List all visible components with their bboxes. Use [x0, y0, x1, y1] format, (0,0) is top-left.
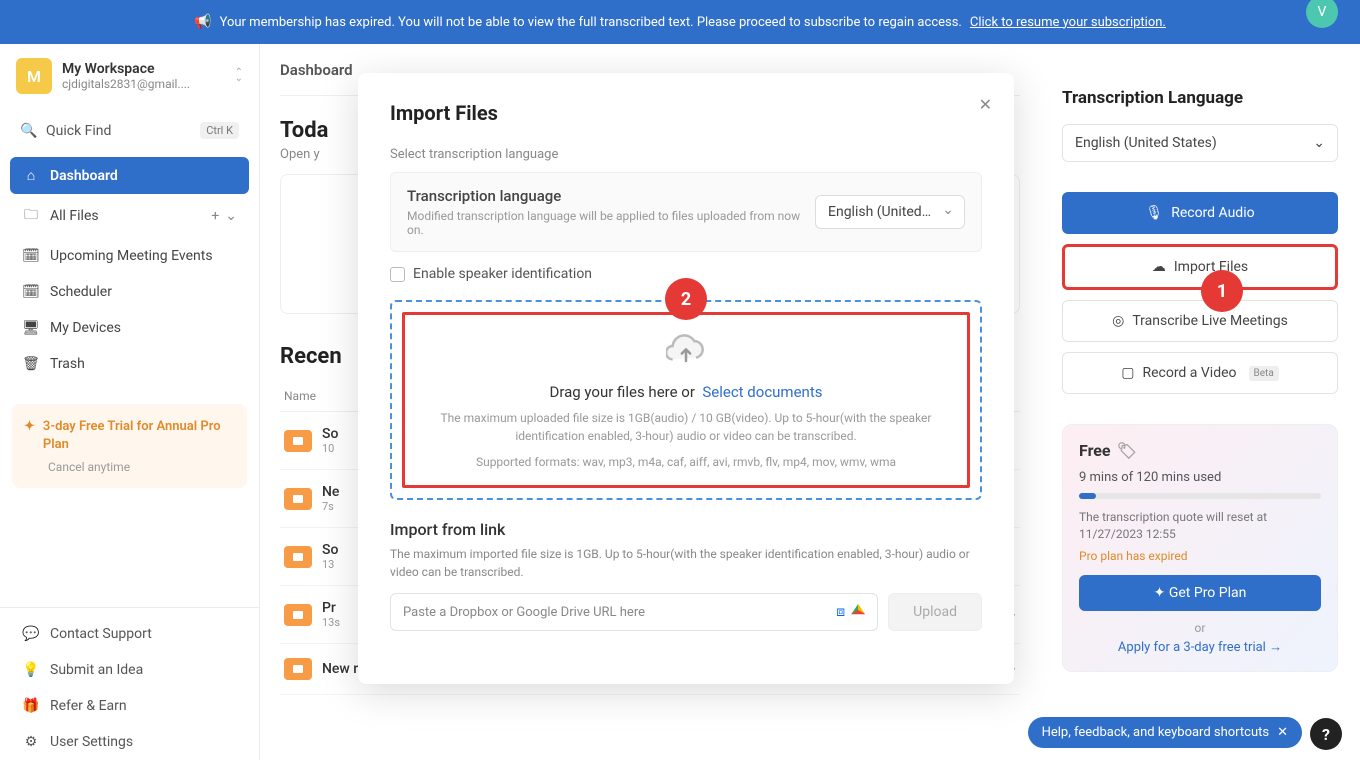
sidebar-item-devices[interactable]: 🖥 My Devices — [10, 310, 249, 346]
usage-progress — [1079, 493, 1321, 499]
folder-icon: 🗀 — [22, 204, 40, 228]
sidebar-item-scheduler[interactable]: 🗓 Scheduler — [10, 274, 249, 310]
upload-cloud-icon: ☁ — [1152, 259, 1166, 275]
upload-button[interactable]: Upload — [888, 593, 982, 631]
chevron-down-icon[interactable]: ⌄ — [225, 208, 237, 224]
google-drive-icon — [851, 604, 865, 616]
annotation-marker-1: 1 — [1201, 270, 1243, 312]
bulb-icon: 💡 — [22, 662, 40, 678]
video-thumb-icon — [284, 546, 312, 568]
sidebar: M My Workspace cjdigitals2831@gmail.... … — [0, 44, 260, 760]
sidebar-item-label: My Devices — [50, 320, 121, 336]
trial-card[interactable]: ✦3-day Free Trial for Annual Pro Plan Ca… — [12, 404, 247, 488]
language-block: Transcription language Modified transcri… — [390, 172, 982, 252]
sidebar-item-label: Scheduler — [50, 284, 112, 300]
transcribe-live-button[interactable]: ◎Transcribe Live Meetings — [1062, 300, 1338, 342]
footer-refer-earn[interactable]: 🎁Refer & Earn — [10, 688, 249, 724]
import-files-modal: Import Files ✕ Select transcription lang… — [358, 73, 1014, 684]
schedule-icon: 🗓 — [22, 284, 40, 300]
chevron-down-icon: ⌄ — [1313, 135, 1325, 151]
plus-icon[interactable]: + — [211, 208, 219, 224]
video-thumb-icon — [284, 658, 312, 680]
footer-user-settings[interactable]: ⚙User Settings — [10, 724, 249, 760]
calendar-icon: 🗓 — [22, 248, 40, 264]
import-url-input[interactable]: Paste a Dropbox or Google Drive URL here… — [390, 593, 878, 631]
import-link-title: Import from link — [390, 520, 982, 539]
sidebar-item-label: Dashboard — [50, 168, 118, 184]
video-icon: ▢ — [1121, 365, 1134, 381]
search-icon: 🔍 — [20, 123, 38, 139]
modal-title: Import Files — [390, 101, 982, 125]
gear-icon: ⚙ — [22, 734, 40, 750]
trial-subtext: Cancel anytime — [48, 460, 235, 474]
workspace-email: cjdigitals2831@gmail.... — [62, 77, 225, 91]
checkbox-icon — [390, 267, 405, 282]
megaphone-icon: 📢 — [194, 14, 211, 30]
mic-icon: 🎙 — [1145, 205, 1163, 221]
right-panel-title: Transcription Language — [1062, 88, 1338, 108]
help-button[interactable]: ? — [1310, 718, 1342, 750]
chevron-updown-icon: ⌃⌄ — [235, 70, 243, 82]
modal-sublabel: Select transcription language — [390, 147, 982, 162]
trash-icon: 🗑 — [22, 356, 40, 372]
video-thumb-icon — [284, 430, 312, 452]
footer-submit-idea[interactable]: 💡Submit an Idea — [10, 652, 249, 688]
resume-subscription-link[interactable]: Click to resume your subscription. — [970, 15, 1166, 30]
sidebar-item-upcoming[interactable]: 🗓 Upcoming Meeting Events — [10, 238, 249, 274]
dropzone[interactable]: 2 Drag your files here or Select documen… — [390, 300, 982, 500]
tag-icon: 🏷 — [1117, 441, 1137, 460]
expired-banner: 📢 Your membership has expired. You will … — [0, 0, 1360, 44]
get-pro-button[interactable]: ✦ Get Pro Plan — [1079, 575, 1321, 611]
annotation-marker-2: 2 — [665, 278, 707, 320]
broadcast-icon: ◎ — [1112, 313, 1124, 329]
chat-icon: 💬 — [22, 626, 40, 642]
video-thumb-icon — [284, 604, 312, 626]
record-video-button[interactable]: ▢Record a VideoBeta — [1062, 352, 1338, 394]
home-icon: ⌂ — [22, 167, 40, 184]
url-placeholder: Paste a Dropbox or Google Drive URL here — [403, 605, 645, 620]
sidebar-item-all-files[interactable]: 🗀 All Files + ⌄ — [10, 194, 249, 238]
banner-text: Your membership has expired. You will no… — [220, 15, 962, 30]
language-select[interactable]: English (United States) ⌄ — [1062, 124, 1338, 162]
upload-cloud-icon — [413, 333, 959, 373]
quick-find-label: Quick Find — [46, 123, 111, 139]
expired-warning: Pro plan has expired — [1079, 549, 1321, 563]
sparkle-icon: ✦ — [24, 418, 35, 454]
sidebar-item-label: Upcoming Meeting Events — [50, 248, 213, 264]
footer-contact-support[interactable]: 💬Contact Support — [10, 616, 249, 652]
workspace-avatar: M — [16, 58, 52, 94]
modal-language-select[interactable]: English (United S... — [815, 195, 965, 229]
usage-card: Free🏷 9 mins of 120 mins used The transc… — [1062, 424, 1338, 672]
quick-find[interactable]: 🔍 Quick Find Ctrl K — [10, 114, 249, 147]
video-thumb-icon — [284, 488, 312, 510]
usage-text: 9 mins of 120 mins used — [1079, 470, 1321, 485]
sidebar-item-trash[interactable]: 🗑 Trash — [10, 346, 249, 382]
select-documents-link[interactable]: Select documents — [702, 383, 822, 401]
device-icon: 🖥 — [22, 320, 40, 336]
apply-trial-link[interactable]: Apply for a 3-day free trial → — [1118, 640, 1282, 655]
record-audio-button[interactable]: 🎙Record Audio — [1062, 192, 1338, 234]
workspace-switcher[interactable]: M My Workspace cjdigitals2831@gmail.... … — [0, 44, 259, 108]
sidebar-item-label: All Files — [50, 208, 99, 224]
close-icon[interactable]: ✕ — [979, 95, 992, 114]
help-pill[interactable]: Help, feedback, and keyboard shortcuts ✕ — [1028, 717, 1302, 748]
workspace-name: My Workspace — [62, 61, 225, 77]
sidebar-item-label: Trash — [50, 356, 85, 372]
import-files-button[interactable]: ☁Import Files — [1062, 244, 1338, 290]
dropbox-icon: ⧈ — [836, 604, 845, 620]
gift-icon: 🎁 — [22, 698, 40, 714]
sidebar-item-dashboard[interactable]: ⌂ Dashboard — [10, 157, 249, 194]
close-icon[interactable]: ✕ — [1277, 725, 1288, 740]
import-link-desc: The maximum imported file size is 1GB. U… — [390, 545, 982, 581]
